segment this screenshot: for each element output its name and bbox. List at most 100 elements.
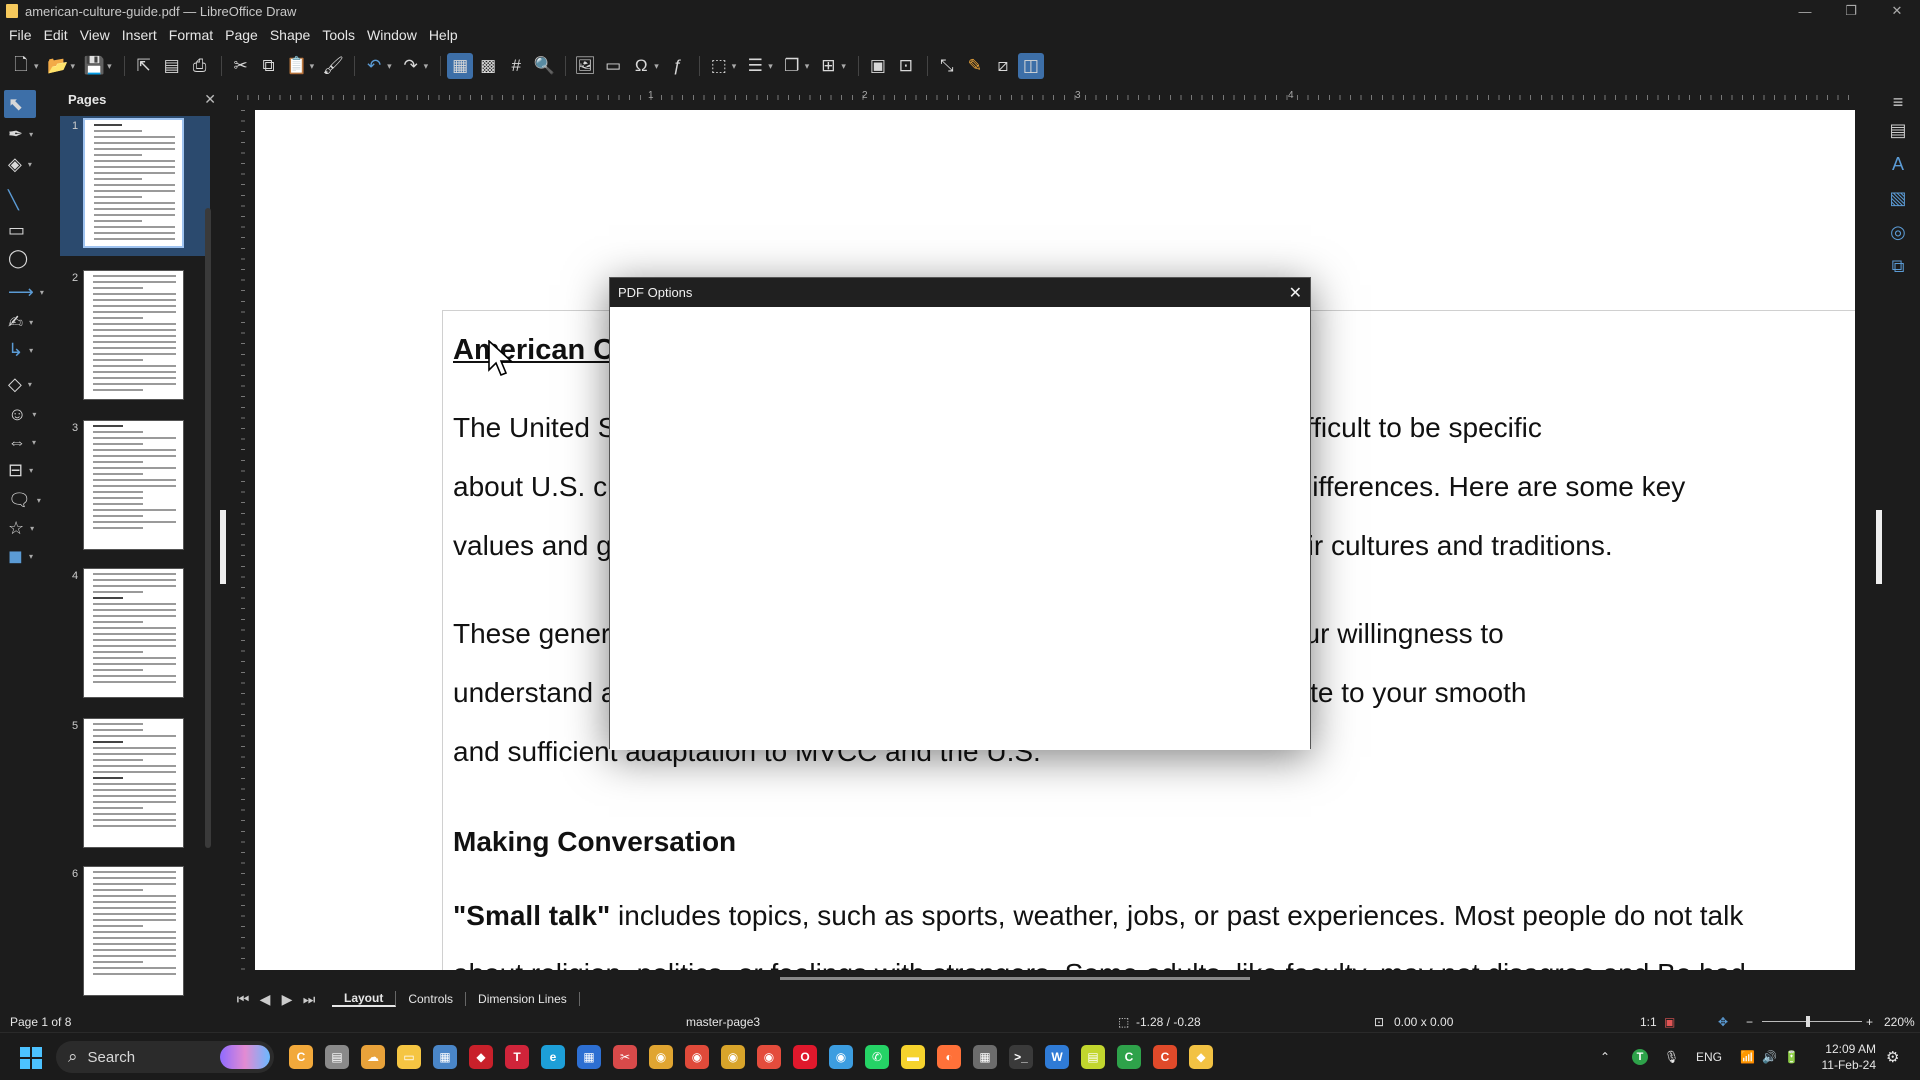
app-chrome4-icon[interactable]: ◉ (757, 1045, 781, 1069)
menu-file[interactable]: File (4, 27, 39, 43)
page-thumbnail-1[interactable]: 1 (60, 116, 210, 256)
new-dropdown-icon[interactable]: ▾ (34, 61, 39, 72)
app-whatsapp-icon[interactable]: ✆ (865, 1045, 889, 1069)
zoom-in-icon[interactable]: + (1866, 1015, 1873, 1029)
insert-textbox-icon[interactable]: ▭ (600, 53, 626, 79)
vertical-ruler[interactable] (238, 110, 248, 970)
align-dropdown-icon[interactable]: ▾ (768, 61, 773, 72)
open-icon[interactable]: 📂 (45, 53, 71, 79)
arrange-icon[interactable]: ❐ (779, 53, 805, 79)
notifications-icon[interactable]: ⚙ (1886, 1048, 1899, 1066)
paste-dropdown-icon[interactable]: ▾ (310, 61, 315, 72)
transformations-dropdown-icon[interactable]: ▾ (732, 61, 737, 72)
save-icon[interactable]: 💾 (81, 53, 107, 79)
3d-objects-icon[interactable]: ◼ ▾ (4, 542, 42, 570)
gallery-icon[interactable]: ▧ (1886, 186, 1910, 210)
maximize-button[interactable]: ❐ (1828, 0, 1874, 22)
tab-dimension-lines[interactable]: Dimension Lines (466, 992, 580, 1006)
distribute-dropdown-icon[interactable]: ▾ (841, 61, 846, 72)
app-photos-icon[interactable]: ▦ (433, 1045, 457, 1069)
app-calc-blue-icon[interactable]: ▦ (577, 1045, 601, 1069)
redo-icon[interactable]: ↷ (398, 53, 424, 79)
special-character-icon[interactable]: Ω (628, 53, 654, 79)
cut-icon[interactable]: ✂ (228, 53, 254, 79)
export-icon[interactable]: ⇱ (131, 53, 157, 79)
volume-icon[interactable]: 🔊 (1762, 1050, 1777, 1064)
document-modified-icon[interactable]: ▣ (1664, 1015, 1675, 1029)
arrow-line-tool-icon[interactable]: ⟶ ▾ (4, 278, 44, 306)
zoom-slider[interactable] (1762, 1021, 1862, 1022)
shadow-icon[interactable]: ▣ (865, 53, 891, 79)
curve-tool-icon[interactable]: ✍ ▾ (4, 308, 42, 336)
language-indicator[interactable]: ENG (1696, 1050, 1722, 1064)
paste-icon[interactable]: 📋 (284, 53, 310, 79)
fontwork-icon[interactable]: ƒ (665, 53, 691, 79)
menu-tools[interactable]: Tools (317, 27, 362, 43)
app-files-gray-icon[interactable]: ▤ (325, 1045, 349, 1069)
minimize-button[interactable]: — (1782, 0, 1828, 22)
app-chrome3-icon[interactable]: ◉ (721, 1045, 745, 1069)
section-heading[interactable]: Making Conversation (453, 826, 736, 858)
app-edge-icon[interactable]: e (541, 1045, 565, 1069)
menu-insert[interactable]: Insert (117, 27, 164, 43)
export-pdf-icon[interactable]: ▤ (159, 53, 185, 79)
app-explorer-icon[interactable]: ▭ (397, 1045, 421, 1069)
line-tool-icon[interactable]: ╲ (4, 186, 42, 214)
properties-icon[interactable]: ▤ (1886, 118, 1910, 142)
app-weather-icon[interactable]: ☁ (361, 1045, 385, 1069)
select-tool-icon[interactable]: ⬉ (4, 90, 36, 118)
close-window-button[interactable]: ✕ (1874, 0, 1920, 22)
show-hidden-icons-icon[interactable]: ⌃ (1600, 1050, 1614, 1064)
basic-shapes-icon[interactable]: ◇ ▾ (4, 370, 42, 398)
microphone-icon[interactable]: 🎙 (1664, 1050, 1679, 1064)
special-character-dropdown-icon[interactable]: ▾ (654, 61, 659, 72)
insert-image-icon[interactable]: 🖼 (572, 53, 598, 79)
first-page-icon[interactable]: ⏮ (232, 991, 254, 1008)
fit-page-icon[interactable]: ✥ (1718, 1015, 1728, 1029)
app-calc-lo-icon[interactable]: C (1117, 1045, 1141, 1069)
menu-shape[interactable]: Shape (265, 27, 317, 43)
styles-icon[interactable]: A (1886, 152, 1910, 176)
close-pages-panel-icon[interactable]: ✕ (204, 91, 216, 108)
app-chrome5-icon[interactable]: ◉ (829, 1045, 853, 1069)
points-icon[interactable]: ⤡ (934, 53, 960, 79)
sidebar-menu-icon[interactable]: ≡ (1886, 90, 1910, 114)
helplines-icon[interactable]: # (503, 53, 529, 79)
taskbar-search[interactable]: ⌕ Search (56, 1041, 274, 1073)
clone-formatting-icon[interactable]: 🖌 (320, 53, 346, 79)
undo-dropdown-icon[interactable]: ▾ (387, 61, 392, 72)
snap-grid-icon[interactable]: ▩ (475, 53, 501, 79)
app-firefox-icon[interactable]: ◐ (937, 1045, 961, 1069)
paragraph-line[interactable]: about religion, politics, or feelings wi… (453, 958, 1746, 970)
new-icon[interactable]: 🗋 (8, 53, 34, 79)
horizontal-scrollbar[interactable] (780, 977, 1250, 980)
save-dropdown-icon[interactable]: ▾ (107, 61, 112, 72)
menu-window[interactable]: Window (362, 27, 424, 43)
start-button[interactable] (20, 1047, 42, 1069)
line-color-icon[interactable]: ✒ ▾ (4, 120, 42, 148)
horizontal-ruler[interactable] (237, 90, 1857, 104)
close-dialog-icon[interactable]: ✕ (1289, 283, 1302, 303)
flowchart-icon[interactable]: ⊟ ▾ (4, 456, 42, 484)
prev-page-icon[interactable]: ◀ (254, 991, 276, 1008)
panel-collapse-handle[interactable] (220, 510, 226, 584)
glue-points-icon[interactable]: ✎ (962, 53, 988, 79)
block-arrows-icon[interactable]: ⇔ ▾ (4, 428, 42, 456)
arrange-dropdown-icon[interactable]: ▾ (805, 61, 810, 72)
toggle-extrusion-icon[interactable]: ⧄ (990, 53, 1016, 79)
copy-icon[interactable]: ⧉ (256, 53, 282, 79)
tab-controls[interactable]: Controls (396, 992, 467, 1006)
distribute-icon[interactable]: ⊞ (815, 53, 841, 79)
clock[interactable]: 12:09 AM 11-Feb-24 (1786, 1041, 1876, 1073)
fill-color-icon[interactable]: ◈ ▾ (4, 150, 42, 178)
app-snip-icon[interactable]: ✂ (613, 1045, 637, 1069)
app-copilot-icon[interactable]: C (289, 1045, 313, 1069)
page-thumbnail-4[interactable]: 4 (50, 566, 220, 706)
pages-scrollbar[interactable] (205, 208, 211, 848)
callouts-icon[interactable]: 🗨 ▾ (4, 486, 42, 514)
redo-dropdown-icon[interactable]: ▾ (424, 61, 429, 72)
app-sticky-icon[interactable]: ▬ (901, 1045, 925, 1069)
rectangle-tool-icon[interactable]: ▭ (4, 216, 42, 244)
navigator-icon[interactable]: ◎ (1886, 220, 1910, 244)
zoom-icon[interactable]: 🔍 (531, 53, 557, 79)
